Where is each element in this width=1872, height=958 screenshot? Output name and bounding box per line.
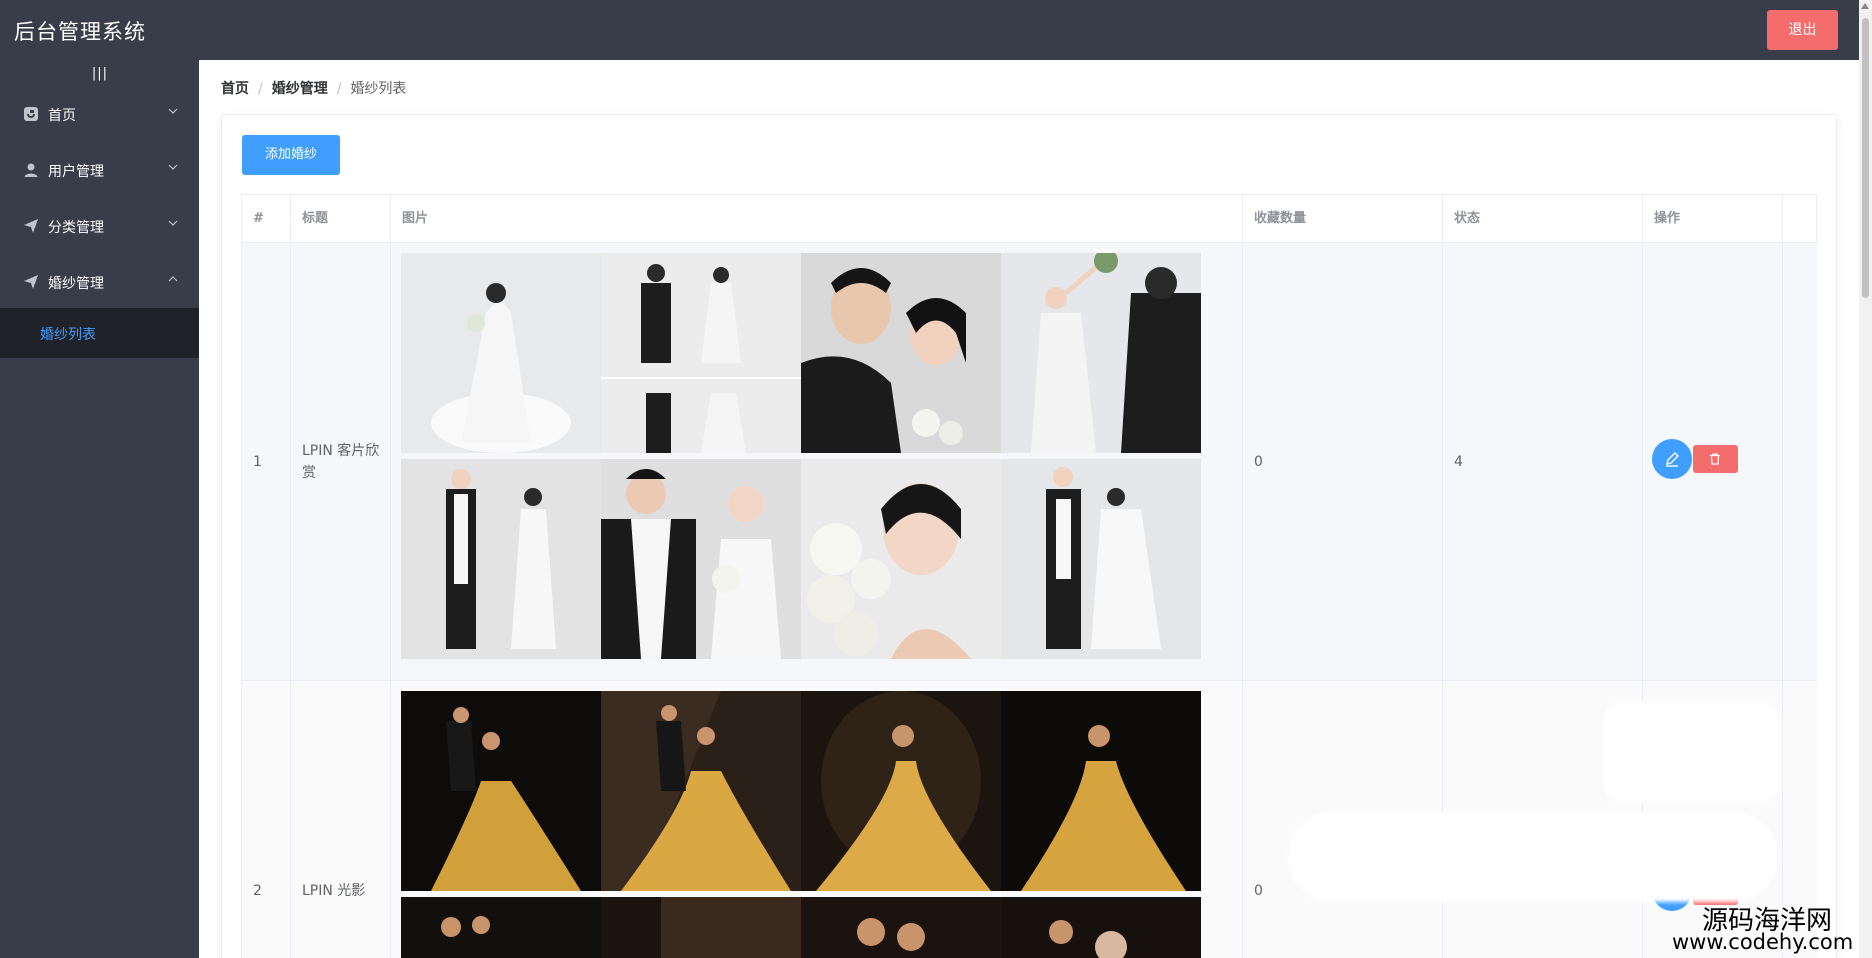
couple-dark-photo [1001, 897, 1201, 958]
edit-icon [1666, 452, 1679, 467]
bride-flowers-photo [801, 459, 1001, 659]
sidebar-item-categories[interactable]: 分类管理 [0, 198, 199, 254]
chevron-up-icon [168, 276, 178, 282]
cell-actions [1643, 243, 1783, 680]
couple-full-photo [1001, 459, 1201, 659]
sidebar-item-wedding[interactable]: 婚纱管理 [0, 254, 199, 310]
row-favorites: 0 [1254, 453, 1263, 470]
cell-gutter [1783, 243, 1817, 680]
couple-dark-photo [801, 897, 1001, 958]
collage-row [401, 459, 1201, 659]
golden-gown-photo [401, 691, 601, 891]
column-header-status: 状态 [1443, 195, 1643, 243]
sidebar: ||| 首页 用户管理 分类管理 婚纱管理 婚纱列表 [0, 60, 199, 958]
delete-button[interactable] [1693, 445, 1738, 473]
row-index: 1 [253, 453, 262, 470]
send-icon [24, 219, 38, 233]
row-title: LPIN 光影 [302, 883, 366, 899]
column-header-gutter [1783, 195, 1817, 243]
redaction-patch [1288, 812, 1778, 902]
golden-gown-photo [801, 691, 1001, 891]
collapse-toggle[interactable]: ||| [90, 66, 110, 82]
couple-photo [601, 253, 801, 453]
cell-title: LPIN 客片欣赏 [291, 243, 391, 680]
cell-status: 4 [1443, 243, 1643, 680]
bride-groom-photo [1001, 253, 1201, 453]
breadcrumb: 首页 / 婚纱管理 / 婚纱列表 [221, 78, 406, 98]
scrollbar-thumb[interactable] [1862, 18, 1869, 298]
sidebar-item-label: 分类管理 [48, 220, 104, 236]
cell-image [391, 681, 1243, 958]
column-header-index: # [242, 195, 291, 243]
collage-row [401, 691, 1201, 891]
cell-index: 1 [242, 243, 291, 680]
table-row: 1 LPIN 客片欣赏 0 4 [242, 243, 1817, 681]
column-header-favorites: 收藏数量 [1243, 195, 1443, 243]
logout-button[interactable]: 退出 [1767, 10, 1838, 50]
couple-dark-photo [401, 897, 601, 958]
breadcrumb-current: 婚纱列表 [350, 81, 407, 97]
sidebar-item-users[interactable]: 用户管理 [0, 142, 199, 198]
cell-index: 2 [242, 681, 291, 958]
row-status: 4 [1454, 453, 1463, 470]
cell-favorites: 0 [1243, 243, 1443, 680]
breadcrumb-home[interactable]: 首页 [221, 78, 249, 98]
send-icon [24, 275, 38, 289]
couple-portrait-photo [601, 459, 801, 659]
top-header: 后台管理系统 退出 [0, 0, 1872, 60]
chevron-down-icon [168, 164, 178, 170]
row-favorites: 0 [1254, 883, 1263, 899]
collage-row [401, 897, 1201, 958]
column-header-title: 标题 [291, 195, 391, 243]
home-icon [24, 107, 38, 121]
column-header-image: 图片 [391, 195, 1243, 243]
edit-button[interactable] [1652, 439, 1692, 479]
sidebar-item-label: 婚纱管理 [48, 276, 104, 292]
sidebar-subitem-label: 婚纱列表 [40, 327, 96, 343]
scroll-up-arrow-icon[interactable] [1861, 3, 1869, 9]
cell-title: LPIN 光影 [291, 681, 391, 958]
redaction-patch [1603, 702, 1781, 802]
app-title: 后台管理系统 [14, 20, 146, 44]
breadcrumb-separator: / [336, 81, 342, 97]
row-title: LPIN 客片欣赏 [302, 442, 380, 481]
sidebar-item-label: 用户管理 [48, 164, 104, 180]
row-index: 2 [253, 883, 262, 899]
trash-icon [1710, 453, 1720, 465]
golden-gown-photo [601, 691, 801, 891]
couple-closeup-photo [801, 253, 1001, 453]
couple-dark-photo [601, 897, 801, 958]
chevron-down-icon [168, 108, 178, 114]
sidebar-item-home[interactable]: 首页 [0, 86, 199, 142]
page-scrollbar[interactable] [1859, 0, 1872, 958]
breadcrumb-separator: / [258, 81, 263, 97]
column-header-actions: 操作 [1643, 195, 1783, 243]
breadcrumb-section[interactable]: 婚纱管理 [272, 78, 328, 98]
bride-photo [401, 253, 601, 453]
cell-image [391, 243, 1243, 680]
couple-standing-photo [401, 459, 601, 659]
golden-gown-photo [1001, 691, 1201, 891]
user-icon [24, 163, 38, 177]
collage-row [401, 253, 1201, 453]
watermark-url: www.codehy.com [1672, 930, 1854, 954]
sidebar-subitem-wedding-list[interactable]: 婚纱列表 [0, 308, 199, 358]
sidebar-item-label: 首页 [48, 108, 76, 124]
chevron-down-icon [168, 220, 178, 226]
add-wedding-button[interactable]: 添加婚纱 [242, 135, 340, 175]
